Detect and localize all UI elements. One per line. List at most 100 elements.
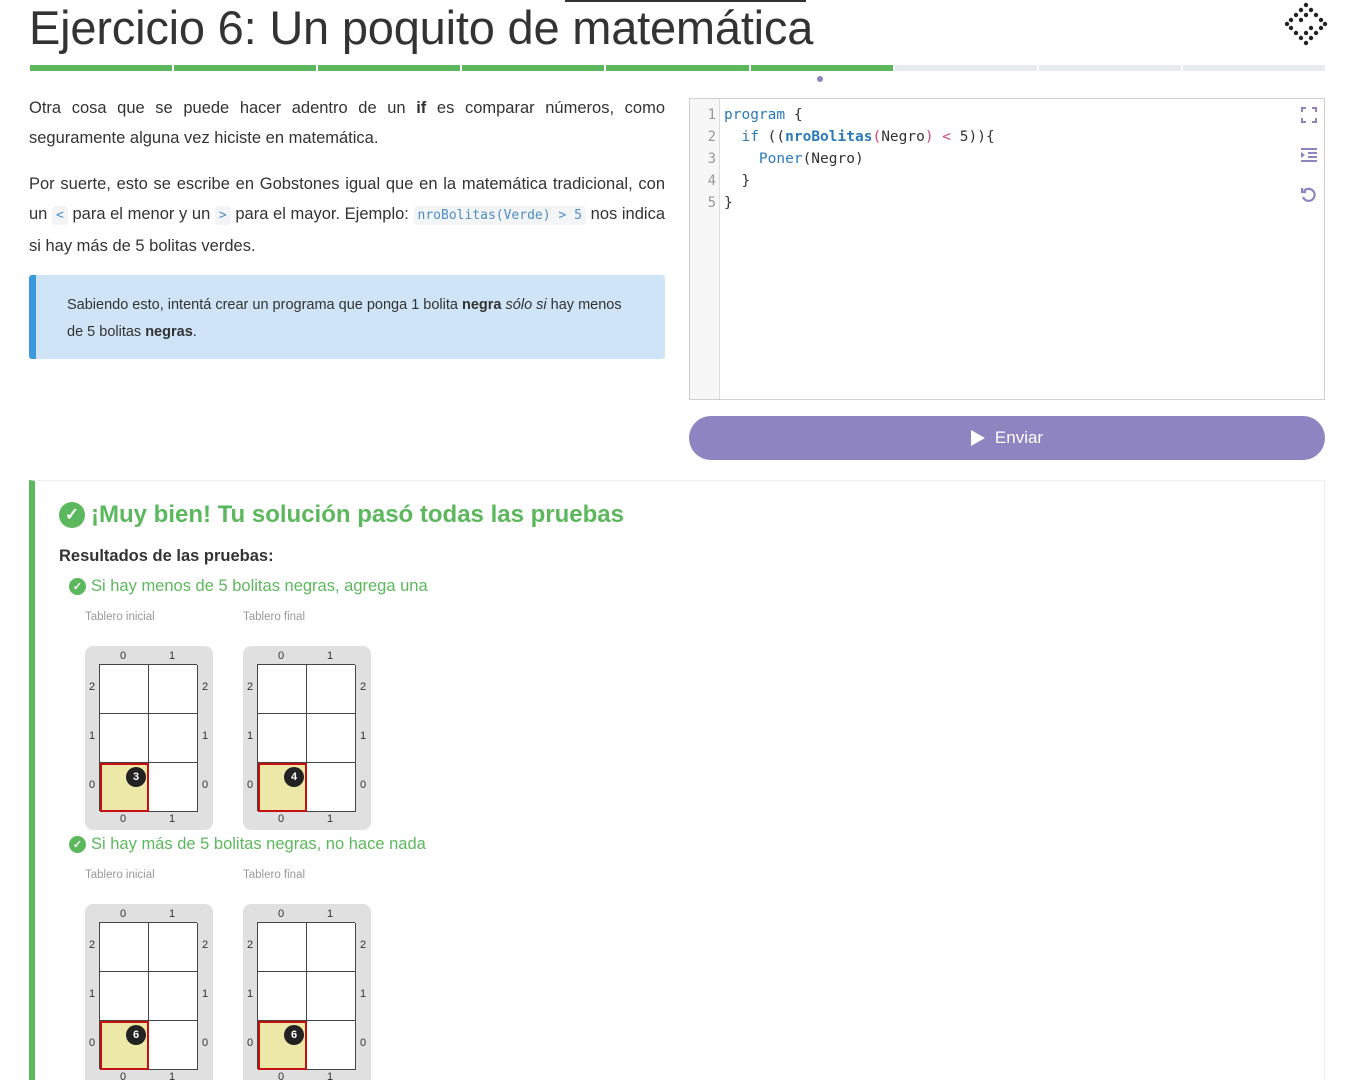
- test-2-title: ✓ Si hay más de 5 bolitas negras, no hac…: [69, 835, 426, 854]
- check-circle-icon: ✓: [69, 578, 86, 595]
- code-line-3: Poner(Negro): [758, 151, 864, 167]
- board-head-cell: 6: [100, 1021, 149, 1070]
- column-label: 0: [278, 1071, 285, 1080]
- progress-segment[interactable]: [894, 65, 1037, 71]
- test-2-initial-board: 6 0 0 1 1 2 2 1 1 0 0: [85, 904, 213, 1080]
- board-cell: [100, 923, 149, 972]
- row-label: 1: [247, 730, 254, 742]
- black-ball-counter: 4: [284, 767, 304, 787]
- exercise-description: Otra cosa que se puede hacer adentro de …: [29, 93, 665, 277]
- reset-icon[interactable]: [1298, 186, 1320, 208]
- board-cell: [258, 714, 307, 763]
- board-grid: 3: [99, 664, 198, 812]
- code-editor[interactable]: 1 2 3 4 5 program { if ((nroBolitas(Negr…: [689, 98, 1325, 400]
- row-label: 1: [360, 988, 367, 1000]
- board-cell: [100, 714, 149, 763]
- column-label: 0: [120, 650, 127, 662]
- column-label: 0: [120, 813, 127, 825]
- board-cell: [100, 972, 149, 1021]
- submit-button[interactable]: Enviar: [689, 416, 1325, 460]
- results-panel: ✓ ¡Muy bien! Tu solución pasó todas las …: [29, 480, 1325, 1080]
- board-grid: 6: [257, 922, 356, 1070]
- column-label: 0: [278, 908, 285, 920]
- row-label: 1: [89, 988, 96, 1000]
- test-1-initial-board: 3 0 0 1 1 2 2 1 1 0 0: [85, 646, 213, 830]
- board-cell: [307, 763, 356, 812]
- row-label: 2: [89, 939, 96, 951]
- indent-icon[interactable]: [1298, 146, 1320, 168]
- progress-segment[interactable]: [606, 65, 749, 71]
- test-1-final-label: Tablero final: [243, 611, 306, 623]
- board-head-cell: 6: [258, 1021, 307, 1070]
- column-label: 1: [327, 813, 334, 825]
- test-2-final-board: 6 0 0 1 1 2 2 1 1 0 0: [243, 904, 371, 1080]
- row-label: 2: [247, 681, 254, 693]
- row-label: 0: [202, 779, 209, 791]
- progress-segment[interactable]: [174, 65, 317, 71]
- board-cell: [307, 1021, 356, 1070]
- board-head-cell: 4: [258, 763, 307, 812]
- board-head-cell: 3: [100, 763, 149, 812]
- board-cell: [258, 923, 307, 972]
- row-label: 2: [360, 681, 367, 693]
- progress-segment[interactable]: [318, 65, 461, 71]
- board-cell: [258, 972, 307, 1021]
- current-exercise-indicator: [817, 76, 823, 82]
- board-cell: [100, 665, 149, 714]
- board-cell: [149, 665, 198, 714]
- column-label: 1: [327, 1071, 334, 1080]
- row-label: 2: [360, 939, 367, 951]
- board-cell: [149, 763, 198, 812]
- check-circle-icon: ✓: [59, 502, 85, 528]
- progress-segment[interactable]: [1182, 65, 1325, 71]
- test-1-initial-label: Tablero inicial: [85, 611, 155, 623]
- row-label: 0: [360, 1037, 367, 1049]
- row-label: 0: [89, 779, 96, 791]
- progress-segment[interactable]: [30, 65, 173, 71]
- mumuki-logo-icon: [1284, 2, 1328, 46]
- test-2-initial-label: Tablero inicial: [85, 869, 155, 881]
- row-label: 1: [202, 730, 209, 742]
- column-label: 1: [327, 908, 334, 920]
- description-paragraph-2: Por suerte, esto se escribe en Gobstones…: [29, 175, 665, 255]
- row-label: 2: [202, 939, 209, 951]
- board-grid: 6: [99, 922, 198, 1070]
- board-cell: [149, 714, 198, 763]
- expand-icon[interactable]: [1298, 106, 1320, 128]
- progress-segment[interactable]: [462, 65, 605, 71]
- task-callout: Sabiendo esto, intentá crear un programa…: [29, 275, 665, 359]
- black-ball-counter: 6: [284, 1025, 304, 1045]
- description-paragraph-1: Otra cosa que se puede hacer adentro de …: [29, 99, 665, 147]
- check-circle-icon: ✓: [69, 836, 86, 853]
- column-label: 1: [169, 908, 176, 920]
- play-icon: [970, 430, 985, 446]
- code-content[interactable]: program { if ((nroBolitas(Negro) < 5)){ …: [724, 104, 995, 214]
- row-label: 1: [89, 730, 96, 742]
- less-than-code: <: [52, 206, 68, 225]
- row-label: 0: [202, 1037, 209, 1049]
- test-1-final-board: 4 0 0 1 1 2 2 1 1 0 0: [243, 646, 371, 830]
- column-label: 1: [169, 650, 176, 662]
- row-label: 1: [247, 988, 254, 1000]
- column-label: 0: [120, 1071, 127, 1080]
- column-label: 1: [169, 813, 176, 825]
- row-label: 1: [360, 730, 367, 742]
- code-line-2: if ((nroBolitas(Negro) < 5)){: [741, 129, 995, 145]
- test-1-title: ✓ Si hay menos de 5 bolitas negras, agre…: [69, 577, 428, 596]
- progress-segment[interactable]: [1038, 65, 1181, 71]
- board-cell: [307, 923, 356, 972]
- row-label: 0: [247, 1037, 254, 1049]
- row-label: 0: [247, 779, 254, 791]
- column-label: 1: [169, 1071, 176, 1080]
- board-cell: [307, 714, 356, 763]
- board-cell: [149, 923, 198, 972]
- board-cell: [258, 665, 307, 714]
- board-grid: 4: [257, 664, 356, 812]
- row-label: 2: [247, 939, 254, 951]
- example-code: nroBolitas(Verde) > 5: [413, 206, 586, 225]
- black-ball-counter: 6: [126, 1025, 146, 1045]
- progress-segment[interactable]: [750, 65, 893, 71]
- line-numbers: 1 2 3 4 5: [690, 99, 720, 399]
- column-label: 1: [327, 650, 334, 662]
- board-cell: [149, 1021, 198, 1070]
